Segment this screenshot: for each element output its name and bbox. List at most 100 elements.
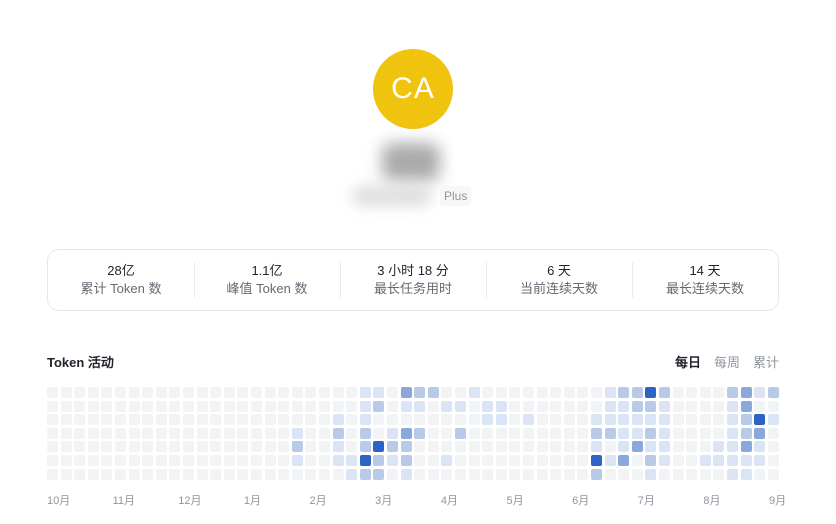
heatmap-cell[interactable] [332,414,344,426]
heatmap-cell[interactable] [672,427,684,439]
heatmap-cell[interactable] [196,414,208,426]
heatmap-cell[interactable] [305,400,317,412]
heatmap-cell[interactable] [101,468,113,480]
heatmap-cell[interactable] [523,427,534,439]
heatmap-cell[interactable] [183,427,194,439]
heatmap-cell[interactable] [727,441,738,453]
heatmap-cell[interactable] [291,468,303,480]
heatmap-cell[interactable] [645,468,657,480]
heatmap-cell[interactable] [563,441,575,453]
heatmap-cell[interactable] [509,441,521,453]
heatmap-cell[interactable] [523,441,534,453]
heatmap-cell[interactable] [142,441,154,453]
heatmap-cell[interactable] [659,468,670,480]
heatmap-cell[interactable] [455,468,466,480]
heatmap-cell[interactable] [346,441,358,453]
heatmap-cell[interactable] [278,400,290,412]
heatmap-cell[interactable] [672,414,684,426]
heatmap-cell[interactable] [577,400,589,412]
heatmap-cell[interactable] [373,441,385,453]
heatmap-cell[interactable] [550,427,562,439]
heatmap-cell[interactable] [414,427,426,439]
heatmap-cell[interactable] [441,441,453,453]
heatmap-cell[interactable] [509,400,521,412]
heatmap-cell[interactable] [101,455,113,466]
heatmap-cell[interactable] [74,414,86,426]
heatmap-cell[interactable] [550,414,562,426]
heatmap-cell[interactable] [251,414,262,426]
heatmap-cell[interactable] [400,400,412,412]
heatmap-cell[interactable] [727,400,738,412]
heatmap-cell[interactable] [767,414,779,426]
heatmap-cell[interactable] [47,427,58,439]
heatmap-cell[interactable] [319,427,330,439]
heatmap-cell[interactable] [155,414,167,426]
user-avatar[interactable]: CA [373,49,453,129]
heatmap-cell[interactable] [659,400,670,412]
heatmap-cell[interactable] [591,427,602,439]
heatmap-cell[interactable] [169,400,181,412]
heatmap-cell[interactable] [223,414,235,426]
heatmap-cell[interactable] [305,427,317,439]
heatmap-cell[interactable] [727,427,738,439]
heatmap-cell[interactable] [427,427,439,439]
heatmap-cell[interactable] [686,387,698,398]
heatmap-cell[interactable] [155,387,167,398]
heatmap-cell[interactable] [115,387,126,398]
heatmap-cell[interactable] [659,455,670,466]
heatmap-cell[interactable] [60,468,72,480]
heatmap-cell[interactable] [142,387,154,398]
heatmap-cell[interactable] [727,455,738,466]
heatmap-cell[interactable] [740,427,752,439]
heatmap-cell[interactable] [495,387,507,398]
heatmap-cell[interactable] [427,414,439,426]
heatmap-cell[interactable] [359,387,371,398]
heatmap-cell[interactable] [495,400,507,412]
heatmap-cell[interactable] [115,400,126,412]
heatmap-cell[interactable] [264,455,276,466]
heatmap-cell[interactable] [591,468,602,480]
heatmap-cell[interactable] [427,441,439,453]
heatmap-cell[interactable] [332,387,344,398]
heatmap-cell[interactable] [577,387,589,398]
heatmap-cell[interactable] [359,455,371,466]
heatmap-cell[interactable] [550,387,562,398]
heatmap-cell[interactable] [155,400,167,412]
heatmap-cell[interactable] [645,427,657,439]
heatmap-cell[interactable] [441,468,453,480]
heatmap-cell[interactable] [754,455,766,466]
heatmap-cell[interactable] [713,414,725,426]
heatmap-cell[interactable] [237,387,249,398]
heatmap-cell[interactable] [645,414,657,426]
heatmap-cell[interactable] [591,387,602,398]
heatmap-cell[interactable] [699,441,711,453]
heatmap-cell[interactable] [142,414,154,426]
heatmap-cell[interactable] [414,387,426,398]
heatmap-cell[interactable] [400,468,412,480]
heatmap-cell[interactable] [699,387,711,398]
heatmap-cell[interactable] [155,427,167,439]
heatmap-cell[interactable] [604,455,616,466]
heatmap-cell[interactable] [659,441,670,453]
heatmap-cell[interactable] [128,455,140,466]
heatmap-cell[interactable] [618,414,630,426]
heatmap-cell[interactable] [87,400,99,412]
heatmap-cell[interactable] [332,441,344,453]
heatmap-cell[interactable] [210,400,222,412]
heatmap-cell[interactable] [264,441,276,453]
heatmap-cell[interactable] [183,414,194,426]
heatmap-cell[interactable] [387,400,398,412]
heatmap-cell[interactable] [468,427,480,439]
heatmap-cell[interactable] [672,441,684,453]
heatmap-cell[interactable] [291,387,303,398]
heatmap-cell[interactable] [183,387,194,398]
heatmap-cell[interactable] [495,427,507,439]
heatmap-cell[interactable] [495,468,507,480]
heatmap-cell[interactable] [196,427,208,439]
heatmap-cell[interactable] [740,400,752,412]
heatmap-cell[interactable] [672,400,684,412]
heatmap-cell[interactable] [74,400,86,412]
heatmap-cell[interactable] [577,455,589,466]
heatmap-cell[interactable] [319,414,330,426]
heatmap-cell[interactable] [373,414,385,426]
